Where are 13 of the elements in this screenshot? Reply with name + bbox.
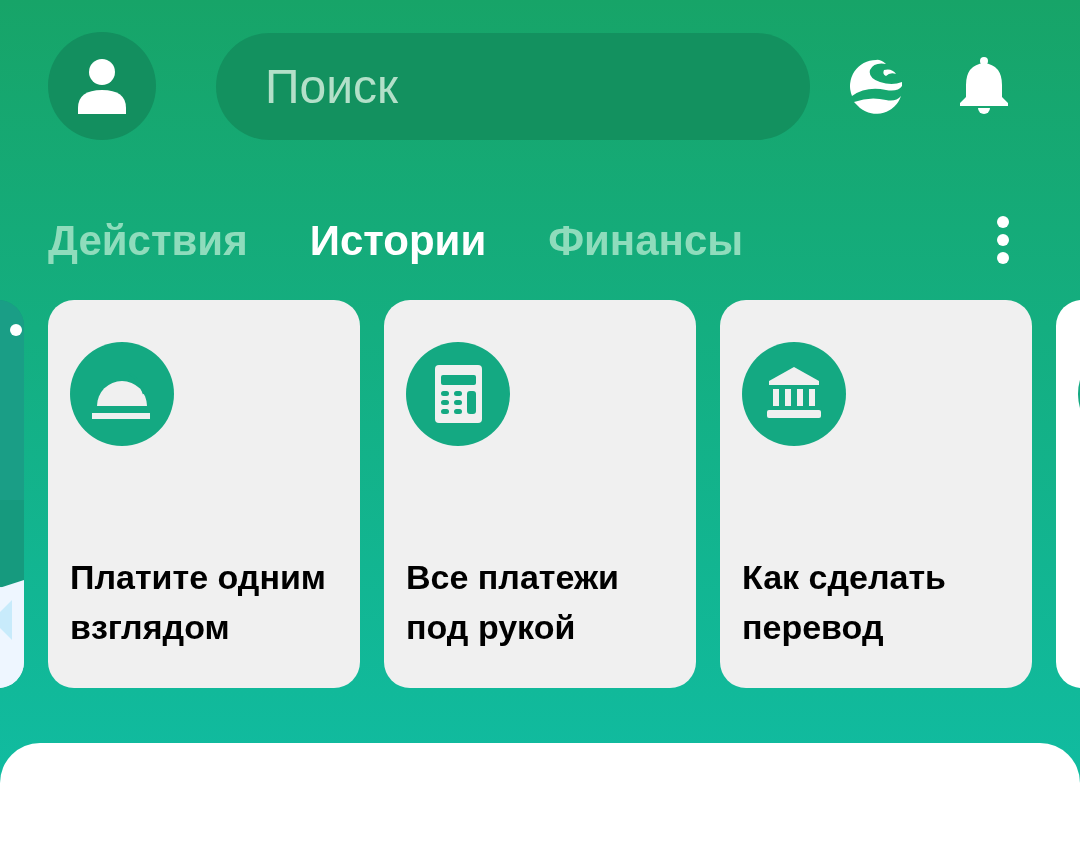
service-bell-icon	[70, 342, 174, 446]
notification-bell-icon[interactable]	[958, 57, 1010, 115]
calculator-icon	[406, 342, 510, 446]
search-field[interactable]: Поиск	[216, 32, 810, 140]
story-title: Как сделать перевод	[742, 557, 947, 648]
story-title: Все платежи под рукой	[406, 557, 620, 648]
story-card[interactable]: Как сделать перевод	[720, 300, 1032, 688]
story-card[interactable]: Платите одним взглядом	[48, 300, 360, 688]
bank-icon	[742, 342, 846, 446]
story-card[interactable]: Все платежи под рукой	[384, 300, 696, 688]
person-icon	[76, 58, 128, 114]
story-title: Платите одним взглядом	[70, 557, 327, 648]
more-menu-icon[interactable]	[996, 215, 1010, 265]
